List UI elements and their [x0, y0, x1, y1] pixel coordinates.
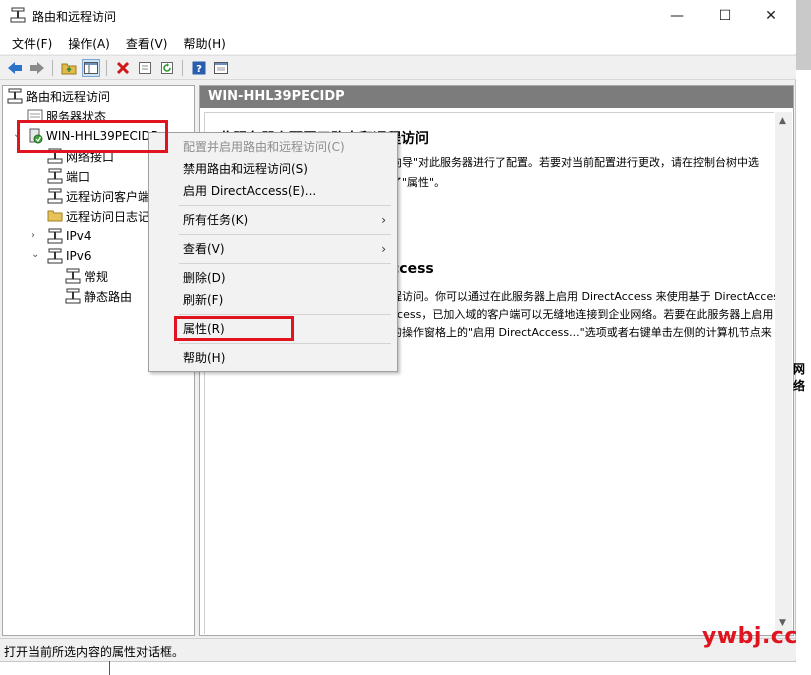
tree-ipv6-label: IPv6 — [66, 249, 92, 263]
routing-icon — [65, 288, 81, 304]
tree-ports-label: 端口 — [66, 169, 91, 184]
configured-text-line-2: 了"属性"。 — [391, 176, 446, 189]
tree-root[interactable]: 路由和远程访问 — [7, 86, 110, 106]
title-bar: 路由和远程访问 — ☐ ✕ — [0, 0, 796, 32]
forward-arrow-icon[interactable] — [28, 59, 46, 77]
collapse-ipv6-icon[interactable]: ⌄ — [31, 250, 41, 260]
routing-app-icon — [10, 7, 26, 23]
menu-action[interactable]: 操作(A) — [60, 35, 118, 52]
tree-remote-clients[interactable]: 远程访问客户端 — [47, 186, 150, 206]
properties-icon[interactable] — [136, 59, 154, 77]
show-tree-icon[interactable] — [82, 59, 100, 77]
ctx-configure-item[interactable]: 配置并启用路由和远程访问(C) — [150, 136, 396, 158]
pane-header: WIN-HHL39PECIDP — [200, 86, 793, 108]
tree-ipv4[interactable]: IPv4 — [47, 226, 92, 246]
directaccess-text-line-3: 的操作窗格上的"启用 DirectAccess..."选项或者右键单击左侧的计算… — [391, 326, 772, 339]
menu-help[interactable]: 帮助(H) — [175, 35, 233, 52]
tree-general-label: 常规 — [84, 269, 109, 284]
up-folder-icon[interactable] — [60, 59, 78, 77]
watermark: ywbj.cc — [702, 624, 798, 649]
status-bar: 打开当前所选内容的属性对话框。 — [0, 638, 796, 660]
console-icon[interactable] — [212, 59, 230, 77]
ctx-help-item[interactable]: 帮助(H) — [150, 347, 396, 369]
ctx-all-tasks-label: 所有任务(K) — [183, 213, 249, 227]
tree-remote-clients-label: 远程访问客户端 — [66, 189, 151, 204]
help-icon[interactable]: ? — [190, 59, 208, 77]
ctx-all-tasks-item[interactable]: 所有任务(K) › — [150, 209, 396, 231]
delete-icon[interactable] — [114, 59, 132, 77]
directaccess-text-line-1: 程访问。你可以通过在此服务器上启用 DirectAccess 来使用基于 Dir… — [391, 290, 785, 303]
back-arrow-icon[interactable] — [6, 59, 24, 77]
tree-root-label: 路由和远程访问 — [26, 89, 111, 104]
directaccess-text-line-2: ccess，已加入域的客户端可以无缝地连接到企业网络。若要在此服务器上启用 — [391, 308, 774, 321]
routing-icon — [47, 228, 63, 244]
submenu-arrow-icon: › — [381, 213, 386, 227]
routing-icon — [47, 188, 63, 204]
configured-text-line-1: 向导"对此服务器进行了配置。若要对当前配置进行更改，请在控制台树中选 — [391, 156, 760, 169]
background-window-text: 网络 — [793, 362, 806, 393]
scroll-up-icon[interactable]: ▲ — [779, 116, 786, 126]
routing-icon — [47, 168, 63, 184]
maximize-button[interactable]: ☐ — [702, 0, 748, 32]
properties-highlight-box — [174, 316, 294, 341]
ctx-disable-item[interactable]: 禁用路由和远程访问(S) — [150, 158, 396, 180]
menu-view[interactable]: 查看(V) — [118, 35, 176, 52]
close-button[interactable]: ✕ — [748, 0, 794, 32]
routing-icon — [47, 248, 63, 264]
submenu-arrow-icon: › — [381, 242, 386, 256]
ctx-view-item[interactable]: 查看(V) › — [150, 238, 396, 260]
server-highlight-box — [17, 120, 168, 153]
minimize-icon: — — [670, 8, 684, 24]
expand-ipv4-icon[interactable]: › — [31, 231, 41, 241]
ctx-enable-directaccess-item[interactable]: 启用 DirectAccess(E)... — [150, 180, 396, 202]
tree-static-routes[interactable]: 静态路由 — [65, 286, 132, 306]
folder-icon — [47, 208, 63, 224]
minimize-button[interactable]: — — [654, 0, 700, 32]
pane-scrollbar[interactable]: ▲ ▼ — [775, 112, 792, 634]
routing-icon — [65, 268, 81, 284]
background-window-edge: 网络 — [793, 0, 811, 675]
tree-ipv6[interactable]: IPv6 — [47, 246, 92, 266]
tree-ipv4-label: IPv4 — [66, 229, 92, 243]
svg-text:?: ? — [196, 64, 202, 75]
ctx-view-label: 查看(V) — [183, 242, 225, 256]
mmc-window: 路由和远程访问 — ☐ ✕ 文件(F) 操作(A) 查看(V) 帮助(H) ? … — [0, 0, 796, 662]
tree-remote-logging[interactable]: 远程访问日志记录 — [47, 206, 162, 226]
close-icon: ✕ — [765, 8, 777, 24]
menu-bar: 文件(F) 操作(A) 查看(V) 帮助(H) — [0, 32, 796, 54]
maximize-icon: ☐ — [718, 8, 732, 24]
tree-ports[interactable]: 端口 — [47, 166, 90, 186]
routing-icon — [7, 88, 23, 104]
status-text: 打开当前所选内容的属性对话框。 — [4, 645, 185, 659]
menu-file[interactable]: 文件(F) — [4, 35, 60, 52]
ctx-refresh-item[interactable]: 刷新(F) — [150, 289, 396, 311]
tree-static-routes-label: 静态路由 — [84, 289, 133, 304]
toolbar: ? — [0, 55, 796, 80]
refresh-icon[interactable] — [158, 59, 176, 77]
window-title: 路由和远程访问 — [32, 10, 117, 24]
ctx-delete-item[interactable]: 删除(D) — [150, 267, 396, 289]
tree-general[interactable]: 常规 — [65, 266, 108, 286]
